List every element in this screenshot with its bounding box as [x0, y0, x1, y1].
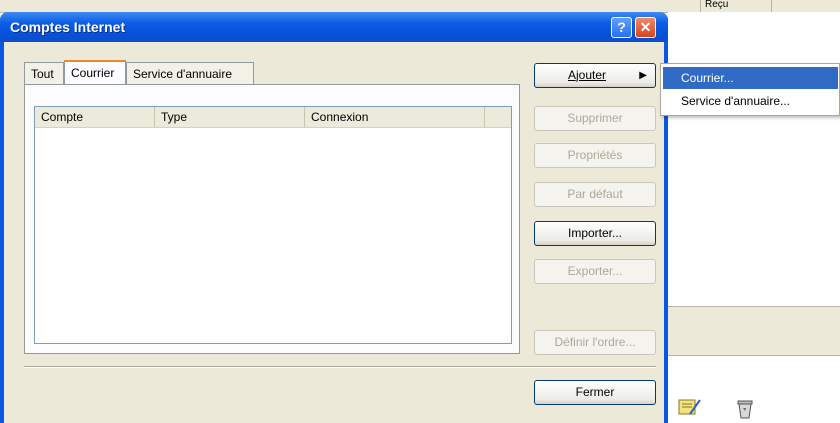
definir-ordre-button[interactable]: Définir l'ordre...: [534, 330, 656, 355]
background-panel-band: [668, 306, 840, 356]
tab-courrier[interactable]: Courrier: [64, 60, 126, 84]
list-header: Compte Type Connexion: [35, 107, 511, 128]
menu-item-service-annuaire[interactable]: Service d'annuaire...: [663, 90, 838, 112]
help-button[interactable]: ?: [611, 17, 632, 38]
par-defaut-button[interactable]: Par défaut: [534, 182, 656, 207]
accounts-list[interactable]: Compte Type Connexion: [34, 106, 512, 344]
column-header-type[interactable]: Type: [155, 107, 305, 127]
ajouter-button[interactable]: Ajouter ▶: [534, 63, 656, 88]
separator: [24, 366, 656, 368]
close-button[interactable]: ✕: [635, 17, 656, 38]
menu-item-courrier[interactable]: Courrier...: [663, 67, 838, 89]
fermer-button[interactable]: Fermer: [534, 380, 656, 405]
tab-service-annuaire[interactable]: Service d'annuaire: [126, 62, 254, 84]
tab-tout[interactable]: Tout: [24, 62, 64, 84]
ajouter-popup-menu: Courrier... Service d'annuaire...: [660, 63, 840, 116]
ajouter-label: Ajouter: [567, 68, 607, 82]
importer-button[interactable]: Importer...: [534, 221, 656, 246]
recycle-bin-icon[interactable]: [734, 398, 756, 420]
proprietes-button[interactable]: Propriétés: [534, 143, 656, 168]
notepad-icon[interactable]: [676, 396, 702, 418]
background-column-header[interactable]: Reçu: [700, 0, 772, 12]
exporter-button[interactable]: Exporter...: [534, 259, 656, 284]
column-header-connexion[interactable]: Connexion: [305, 107, 485, 127]
supprimer-button[interactable]: Supprimer: [534, 106, 656, 131]
column-header-compte[interactable]: Compte: [35, 107, 155, 127]
dialog-title: Comptes Internet: [10, 19, 126, 35]
title-bar[interactable]: Comptes Internet ? ✕: [0, 12, 668, 42]
submenu-arrow-icon: ▶: [639, 70, 647, 81]
